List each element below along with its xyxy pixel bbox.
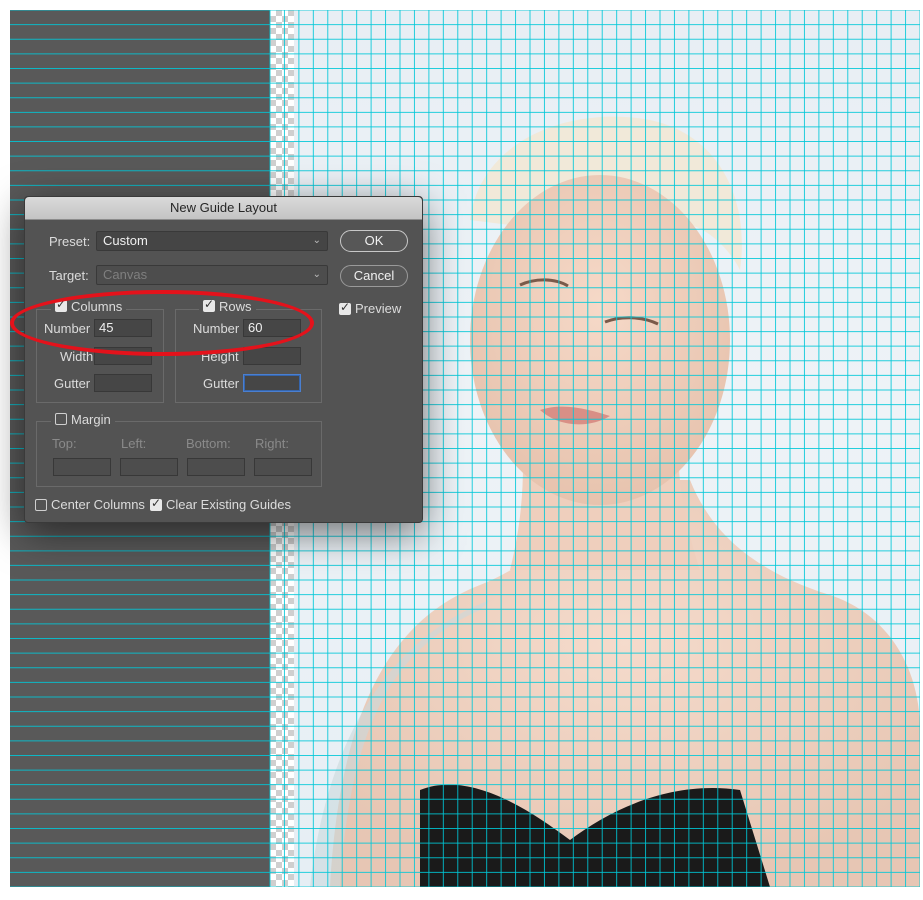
margin-legend: Margin	[51, 412, 115, 427]
preview-checkbox[interactable]	[339, 300, 351, 315]
new-guide-layout-dialog: New Guide Layout Preset: Custom ⌄ Target…	[24, 196, 423, 523]
chevron-down-icon: ⌄	[312, 269, 321, 280]
dialog-title: New Guide Layout	[25, 197, 422, 220]
margin-right-input	[254, 458, 312, 476]
rows-gutter-label: Gutter	[203, 376, 240, 391]
margin-bottom-input	[187, 458, 245, 476]
preset-select[interactable]: Custom ⌄	[96, 231, 328, 251]
center-columns-label: Center Columns	[51, 497, 145, 512]
clear-guides-label: Clear Existing Guides	[166, 497, 291, 512]
margin-checkbox[interactable]	[55, 413, 67, 425]
margin-top-label: Top:	[52, 436, 77, 451]
target-value: Canvas	[103, 267, 148, 282]
columns-gutter-label: Gutter	[54, 376, 91, 391]
margin-top-input	[53, 458, 111, 476]
preset-label: Preset:	[49, 234, 91, 249]
target-select: Canvas ⌄	[96, 265, 328, 285]
columns-gutter-input[interactable]	[94, 374, 152, 392]
preview-label: Preview	[355, 301, 402, 316]
margin-group	[36, 421, 322, 487]
clear-guides-checkbox[interactable]	[150, 496, 162, 511]
preset-value: Custom	[103, 233, 148, 248]
margin-label: Margin	[71, 412, 111, 427]
chevron-down-icon: ⌄	[312, 235, 321, 246]
ok-button[interactable]: OK	[340, 230, 408, 252]
margin-left-label: Left:	[121, 436, 147, 451]
cancel-button[interactable]: Cancel	[340, 265, 408, 287]
rows-gutter-input[interactable]	[243, 374, 301, 392]
margin-bottom-label: Bottom:	[186, 436, 231, 451]
center-columns-checkbox[interactable]	[35, 499, 47, 511]
red-highlight-ellipse	[10, 290, 314, 356]
margin-right-label: Right:	[255, 436, 289, 451]
target-label: Target:	[49, 268, 89, 283]
rows-height-input[interactable]	[243, 347, 301, 365]
margin-left-input	[120, 458, 178, 476]
